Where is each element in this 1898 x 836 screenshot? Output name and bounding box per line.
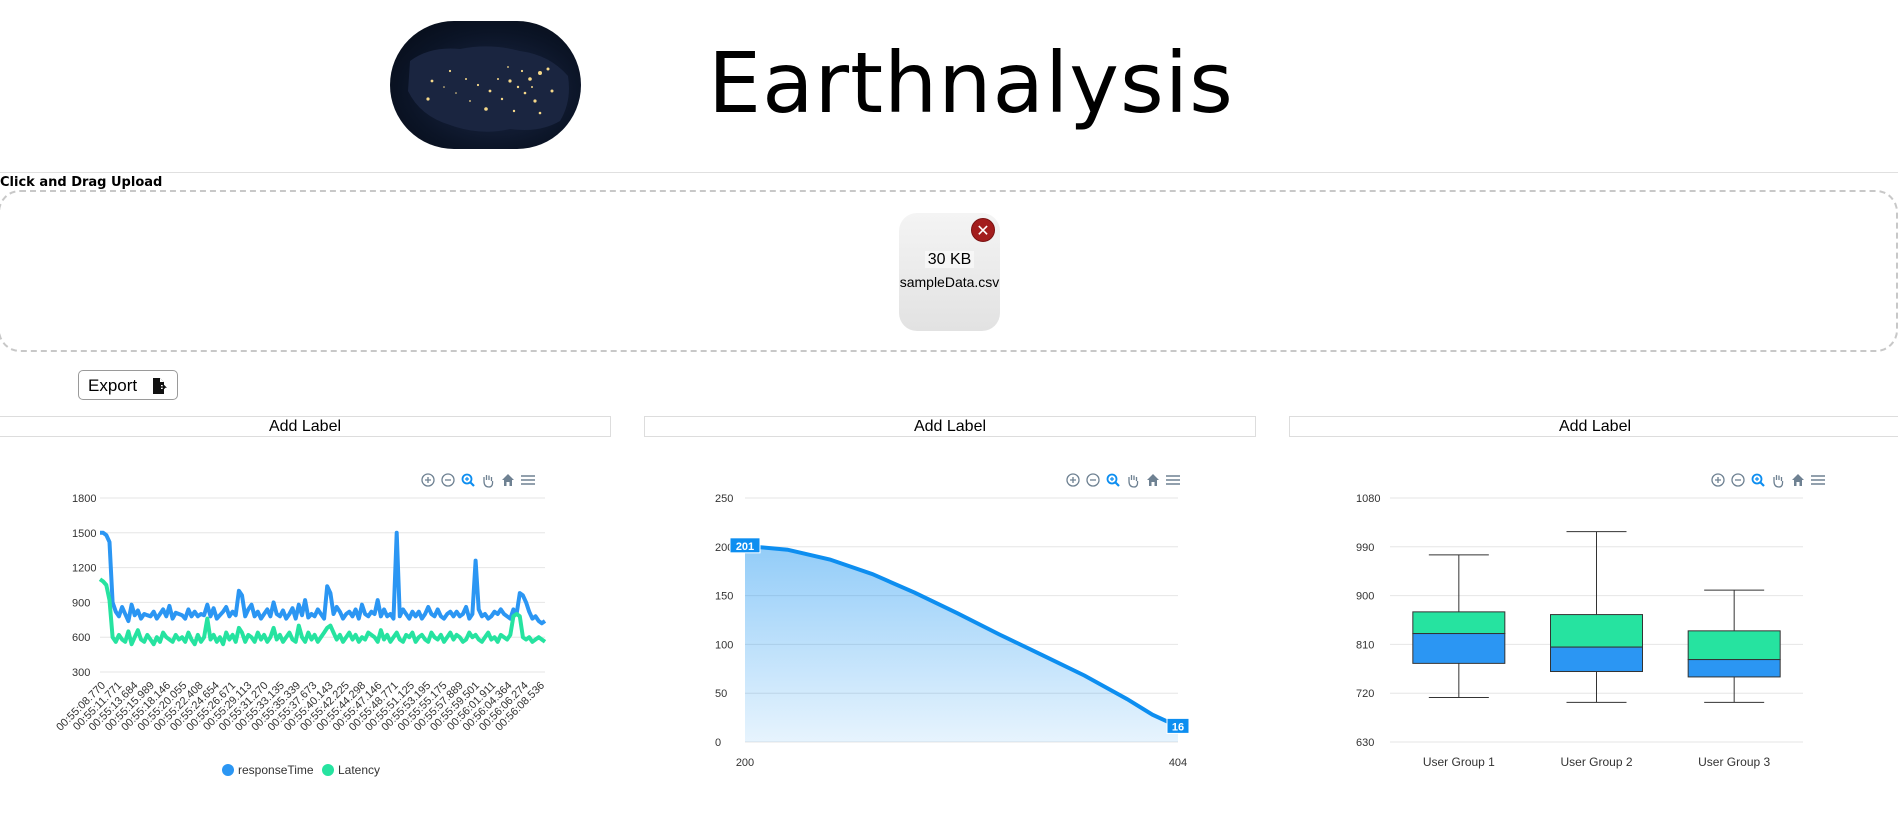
box-plot-chart: 630 720 810 900 990 1080 User Group 1 User Grou…: [1356, 493, 1803, 769]
y-tick-label: 50: [715, 688, 727, 700]
y-tick-label: 0: [715, 737, 721, 749]
legend-marker: [222, 764, 234, 776]
legend-label: Latency: [338, 763, 380, 777]
y-tick-label: 1800: [72, 493, 96, 505]
box-lower: [1412, 633, 1506, 664]
y-tick-label: 630: [1356, 737, 1374, 749]
remove-file-button[interactable]: ✕: [971, 218, 995, 242]
series-line-responseTime: [100, 530, 547, 626]
data-label: 16: [1172, 721, 1184, 733]
box-lower: [1550, 646, 1643, 673]
x-tick-label: 404: [1169, 757, 1187, 769]
legend-marker: [322, 764, 334, 776]
export-label: Export: [88, 376, 138, 395]
area-chart: 050100150200250200 40420116: [715, 493, 1190, 769]
y-tick-label: 150: [715, 591, 733, 603]
y-tick-label: 990: [1356, 542, 1374, 554]
y-tick-label: 810: [1356, 639, 1374, 651]
y-tick-label: 1500: [72, 528, 96, 540]
upload-caption: Click and Drag Upload: [0, 175, 163, 190]
y-tick-label: 1080: [1356, 493, 1380, 505]
export-button[interactable]: Export: [78, 370, 178, 400]
x-tick-label: 200: [736, 757, 754, 769]
chart3-label-input[interactable]: Add Label: [1289, 416, 1898, 437]
legend-label: responseTime: [238, 763, 314, 777]
box-lower: [1687, 659, 1781, 678]
x-tick-label: User Group 3: [1698, 755, 1770, 769]
close-icon: ✕: [976, 221, 990, 240]
y-tick-label: 100: [715, 639, 733, 651]
earth-logo: [390, 21, 581, 149]
x-tick-label: User Group 1: [1423, 755, 1495, 769]
chart2-label-input[interactable]: Add Label: [644, 416, 1256, 437]
file-size: 30 KB: [899, 251, 1000, 269]
x-tick-label: User Group 2: [1560, 755, 1632, 769]
box-upper: [1687, 630, 1781, 661]
box-upper: [1412, 611, 1506, 635]
y-tick-label: 900: [72, 597, 90, 609]
app-title: Earthnalysis: [708, 34, 1234, 132]
app-header: Earthnalysis: [0, 0, 1898, 173]
chart1-label-input[interactable]: Add Label: [0, 416, 611, 437]
night-map-image: [408, 46, 569, 132]
y-tick-label: 600: [72, 632, 90, 644]
data-label: 201: [736, 541, 754, 553]
y-tick-label: 900: [1356, 591, 1374, 603]
box-upper: [1550, 614, 1643, 648]
y-tick-label: 1200: [72, 563, 96, 575]
file-name: sampleData.csv: [899, 274, 1000, 290]
line-chart: 30060090012001500180000:55:08.77000:55:1…: [54, 493, 547, 777]
uploaded-file-card[interactable]: ✕ 30 KB sampleData.csv: [899, 213, 1000, 331]
y-tick-label: 720: [1356, 688, 1374, 700]
y-tick-label: 300: [72, 667, 90, 679]
y-tick-label: 250: [715, 493, 733, 505]
export-file-icon: [151, 377, 169, 400]
